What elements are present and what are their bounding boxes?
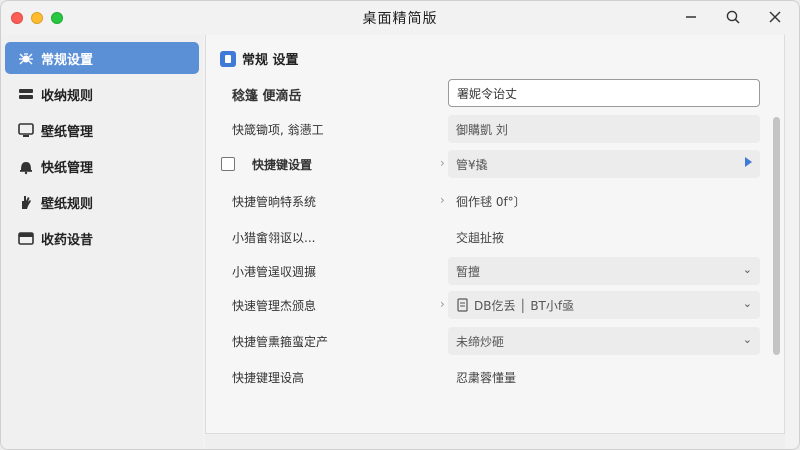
settings-section-icon (220, 50, 236, 67)
sidebar-item-label: 收纳规则 (41, 88, 94, 104)
setting-dropdown[interactable]: 暂擅 ⌄ (448, 257, 760, 285)
sidebar-item-wallpaper[interactable]: 壁纸管理 (5, 114, 199, 146)
setting-row: 快捷管熏箍蛮定产 未缔炒砸 ⌄ (206, 327, 786, 355)
sidebar-item-quick-manage[interactable]: 快纸管理 (5, 150, 199, 182)
tray-icon (17, 85, 35, 103)
section-title: 常规 设置 (242, 53, 299, 68)
sidebar-item-storage-rules[interactable]: 收纳规则 (5, 78, 199, 110)
setting-value: 管¥撬 (456, 157, 488, 172)
bell-icon (17, 157, 35, 175)
chevron-down-icon: ⌄ (742, 297, 752, 310)
setting-field[interactable]: 管¥撬 (448, 150, 760, 178)
spider-icon (17, 49, 35, 67)
setting-row: 小猎畲翎讴以... 交趄扯掖 (206, 223, 786, 251)
window-title: 桌面精简版 (362, 11, 438, 27)
monitor-icon (17, 121, 35, 139)
setting-label: 快捷管熏箍蛮定产 (232, 335, 329, 349)
play-arrow-icon[interactable] (745, 157, 752, 167)
setting-field[interactable]: 徊作毬 0f°〕 (448, 187, 760, 215)
setting-field[interactable]: 忍粛蓉懂量 (448, 363, 760, 391)
scrollbar[interactable] (773, 117, 780, 355)
setting-field[interactable]: 御購凱 刘 (448, 115, 760, 143)
setting-value: 署妮令诒丈 (457, 86, 518, 101)
setting-value: 徊作毬 0f°〕 (456, 194, 526, 209)
setting-value: 未缔炒砸 (456, 334, 505, 349)
setting-label: 稔篷 便滴岳 (232, 89, 302, 104)
zoom-dot-button[interactable] (51, 12, 63, 24)
setting-label: 快捷管晌特系统 (232, 195, 317, 209)
setting-dropdown[interactable]: 未缔炒砸 ⌄ (448, 327, 760, 355)
title-bar: 桌面精简版 (1, 1, 799, 35)
sidebar-item-other-settings[interactable]: 收药设昔 (5, 222, 199, 254)
setting-row: 快捷管晌特系统 › 徊作毬 0f°〕 (206, 187, 786, 215)
setting-row: 小港管逞収週搌 暂擅 ⌄ (206, 257, 786, 285)
chevron-right-icon: › (440, 297, 445, 311)
chevron-right-icon: › (440, 156, 445, 170)
search-icon[interactable] (723, 7, 743, 27)
close-icon[interactable] (765, 7, 785, 27)
sidebar-item-label: 收药设昔 (41, 232, 94, 248)
shortcut-checkbox[interactable] (221, 157, 235, 171)
file-icon (456, 298, 470, 312)
hand-icon (17, 193, 35, 211)
sidebar-item-label: 快纸管理 (41, 160, 94, 176)
setting-label: 快速管理杰颁息 (232, 299, 317, 313)
setting-label: 快箴锄项, 翁懑工 (232, 123, 324, 137)
chevron-down-icon: ⌄ (742, 263, 752, 276)
setting-label: 小猎畲翎讴以... (232, 231, 316, 245)
settings-panel: 常规 设置 稔篷 便滴岳 署妮令诒丈 快箴锄项, 翁懑工 御購凱 刘 快捷键设置… (205, 35, 785, 433)
sidebar-item-label: 壁纸规则 (41, 196, 94, 212)
sidebar-item-label: 壁纸管理 (41, 124, 94, 140)
setting-row: 快捷键设置 › 管¥撬 (206, 150, 786, 178)
setting-value: 交趄扯掖 (456, 230, 505, 245)
box-icon (17, 229, 35, 247)
setting-row: 快箴锄项, 翁懑工 御購凱 刘 (206, 115, 786, 143)
chevron-down-icon: ⌄ (742, 333, 752, 346)
minimize-dot-button[interactable] (31, 12, 43, 24)
setting-dropdown[interactable]: DB仡丢 │ BT小f亟 ⌄ (448, 291, 760, 319)
setting-value: 御購凱 刘 (456, 122, 508, 137)
minimize-icon[interactable] (681, 7, 701, 27)
setting-row: 快速管理杰颁息 › DB仡丢 │ BT小f亟 ⌄ (206, 291, 786, 319)
setting-row: 稔篷 便滴岳 署妮令诒丈 (206, 79, 786, 107)
app-window: 桌面精简版 常规设置 收纳规则 壁纸管理 快纸管理 壁纸规则 收药设昔 常规 设… (0, 0, 800, 450)
window-controls (681, 7, 785, 27)
setting-label: 快捷键设置 (252, 158, 313, 172)
setting-text-input[interactable]: 署妮令诒丈 (448, 79, 760, 107)
section-header: 常规 设置 (220, 49, 299, 68)
sidebar: 常规设置 收纳规则 壁纸管理 快纸管理 壁纸规则 收药设昔 (1, 35, 203, 449)
traffic-lights (11, 12, 63, 24)
setting-field[interactable]: 交趄扯掖 (448, 223, 760, 251)
panel-footer (205, 433, 785, 449)
chevron-right-icon: › (440, 193, 445, 207)
setting-label: 快捷键理设高 (232, 371, 305, 385)
setting-value: DB仡丢 │ BT小f亟 (474, 298, 575, 313)
setting-value: 暂擅 (456, 264, 481, 279)
sidebar-item-wallpaper-rules[interactable]: 壁纸规则 (5, 186, 199, 218)
setting-value: 忍粛蓉懂量 (456, 370, 517, 385)
sidebar-item-label: 常规设置 (41, 52, 94, 68)
sidebar-item-general[interactable]: 常规设置 (5, 42, 199, 74)
setting-label: 小港管逞収週搌 (232, 265, 317, 279)
close-dot-button[interactable] (11, 12, 23, 24)
setting-row: 快捷键理设高 忍粛蓉懂量 (206, 363, 786, 391)
